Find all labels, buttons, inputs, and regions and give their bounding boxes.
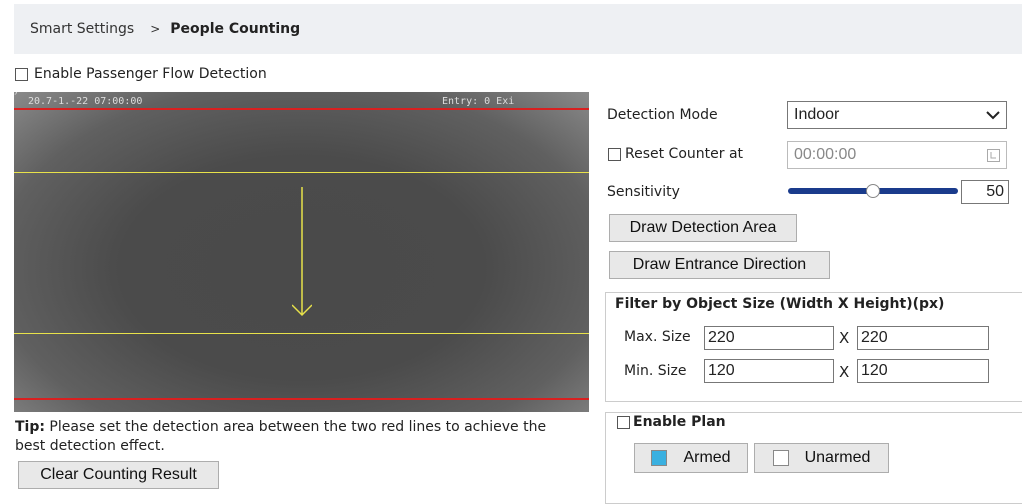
detection-mode-label: Detection Mode [607,107,718,123]
breadcrumb: Smart Settings > People Counting [14,4,1022,54]
min-width-input[interactable]: 120 [704,359,834,383]
sensitivity-value-input[interactable]: 50 [961,180,1009,204]
clock-icon[interactable] [987,148,1000,162]
tip-body: Please set the detection area between th… [15,419,547,454]
entrance-direction-arrow[interactable] [292,187,312,317]
enable-plan-checkbox[interactable] [617,415,630,429]
min-times-sign: X [839,363,850,381]
enable-plan-label: Enable Plan [633,414,726,430]
clear-counting-result-button[interactable]: Clear Counting Result [18,461,219,489]
filter-legend: Filter by Object Size (Width X Height)(p… [612,296,948,312]
chevron-down-icon [986,111,1000,120]
draw-entrance-direction-button[interactable]: Draw Entrance Direction [609,251,830,279]
min-size-label: Min. Size [624,363,687,379]
max-width-input[interactable]: 220 [704,326,834,350]
max-height-input[interactable]: 220 [857,326,989,350]
red-line-bottom [14,398,589,400]
detection-mode-select[interactable]: Indoor [787,101,1007,129]
sensitivity-slider-thumb[interactable] [866,184,880,198]
breadcrumb-smart-settings[interactable]: Smart Settings [30,21,134,37]
tip-text: Tip: Please set the detection area betwe… [15,418,575,456]
enable-passenger-flow-row[interactable]: Enable Passenger Flow Detection [15,66,267,82]
armed-button[interactable]: Armed [634,443,748,473]
unarmed-button[interactable]: Unarmed [754,443,889,473]
sensitivity-label: Sensitivity [607,184,680,200]
breadcrumb-separator: > [150,22,161,36]
filter-legend-units: (Width X Height)(px) [774,296,945,312]
max-size-label: Max. Size [624,329,691,345]
osd-corner-text: y [14,92,19,95]
armed-label: Armed [683,449,731,466]
video-preview[interactable]: y 20.7-1.-22 07:00:00 Entry: 0 Exi [14,92,589,412]
detection-mode-value: Indoor [794,106,840,123]
page-title: People Counting [170,21,301,37]
filter-legend-title: Filter by Object Size [615,296,775,312]
armed-color-swatch [651,450,668,466]
unarmed-color-swatch [772,450,789,466]
reset-counter-time-value: 00:00:00 [794,146,857,163]
enable-plan-row[interactable]: Enable Plan [614,414,729,430]
enable-passenger-flow-label: Enable Passenger Flow Detection [34,66,267,82]
osd-count: Entry: 0 Exi [442,96,515,107]
reset-counter-label: Reset Counter at [625,146,744,162]
tip-prefix: Tip: [15,419,45,435]
sensitivity-slider[interactable] [788,184,958,198]
reset-counter-row[interactable]: Reset Counter at [608,146,743,162]
unarmed-label: Unarmed [804,449,871,466]
max-times-sign: X [839,329,850,347]
osd-timestamp: 20.7-1.-22 07:00:00 [28,96,143,107]
reset-counter-time-input[interactable]: 00:00:00 [787,141,1007,169]
red-line-top [14,108,589,110]
draw-detection-area-button[interactable]: Draw Detection Area [609,214,797,242]
min-height-input[interactable]: 120 [857,359,989,383]
reset-counter-checkbox[interactable] [608,147,621,161]
enable-passenger-flow-checkbox[interactable] [15,67,28,81]
